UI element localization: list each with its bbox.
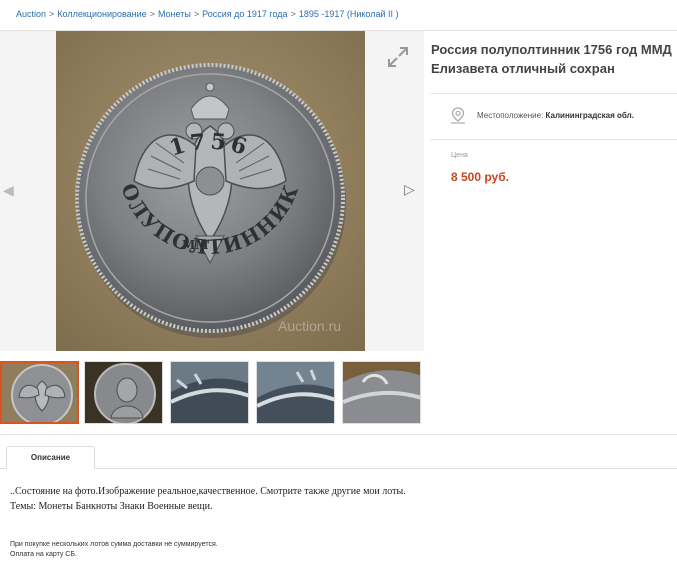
breadcrumb-separator: > xyxy=(149,9,155,19)
price-label: Цена xyxy=(451,152,468,159)
location: Местоположение: Калининградская обл. xyxy=(477,111,634,120)
lot-title: Россия полуполтинник 1756 год ММД Елизав… xyxy=(431,42,672,76)
watermark: Auction.ru xyxy=(278,318,341,334)
breadcrumb-russia-pre-1917[interactable]: Россия до 1917 года xyxy=(202,9,287,19)
description-line: ..Состояние на фото.Изображение реальное… xyxy=(10,486,406,497)
breadcrumb-coins[interactable]: Монеты xyxy=(158,9,191,19)
thumbnail-edge-2[interactable] xyxy=(256,361,335,424)
divider xyxy=(430,93,677,94)
previous-photo-icon[interactable]: ◀ xyxy=(3,182,14,199)
note-line: При покупке нескольких лотов сумма доста… xyxy=(10,541,218,548)
thumbnail-edge-1[interactable] xyxy=(170,361,249,424)
description-line: Темы: Монеты Банкноты Знаки Военные вещи… xyxy=(10,501,213,512)
thumbnail-strip xyxy=(0,361,430,424)
location-pin-icon xyxy=(451,107,465,124)
breadcrumb-separator: > xyxy=(193,9,200,19)
thumbnail-obverse[interactable] xyxy=(84,361,163,424)
breadcrumb-separator: > xyxy=(49,9,55,19)
photo-gallery: ◀ ММ 1756 ОЛУПОЛТИННИК Auction.ru ▷ xyxy=(0,31,424,351)
thumbnail-edge-3[interactable] xyxy=(342,361,421,424)
breadcrumb-auction[interactable]: Auction xyxy=(16,9,46,19)
main-photo[interactable]: ММ 1756 ПОЛУПОЛТИННИКЪ Auction.ru xyxy=(56,31,365,351)
thumbnail-reverse[interactable] xyxy=(0,361,79,424)
next-photo-icon[interactable]: ▷ xyxy=(404,181,415,198)
breadcrumb-nicholas-ii[interactable]: 1895 -1917 (Николай II ) xyxy=(299,9,399,19)
divider xyxy=(430,139,677,140)
breadcrumb-collecting[interactable]: Коллекционирование xyxy=(57,9,146,19)
note-line: Оплата на карту СБ. xyxy=(10,551,77,558)
expand-icon[interactable] xyxy=(385,44,411,70)
tab-description[interactable]: Описание xyxy=(6,446,95,469)
description-text: ..Состояние на фото.Изображение реальное… xyxy=(10,484,406,514)
location-label: Местоположение: xyxy=(477,111,544,120)
location-value: Калининградская обл. xyxy=(545,111,634,120)
divider xyxy=(0,434,677,435)
breadcrumb: Auction > Коллекционирование > Монеты > Россия… xyxy=(16,9,399,19)
delivery-note: При покупке нескольких лотов сумма доста… xyxy=(10,540,218,560)
breadcrumb-separator: > xyxy=(290,9,296,19)
tab-bar xyxy=(0,468,677,469)
price: 8 500 руб. xyxy=(451,170,509,184)
